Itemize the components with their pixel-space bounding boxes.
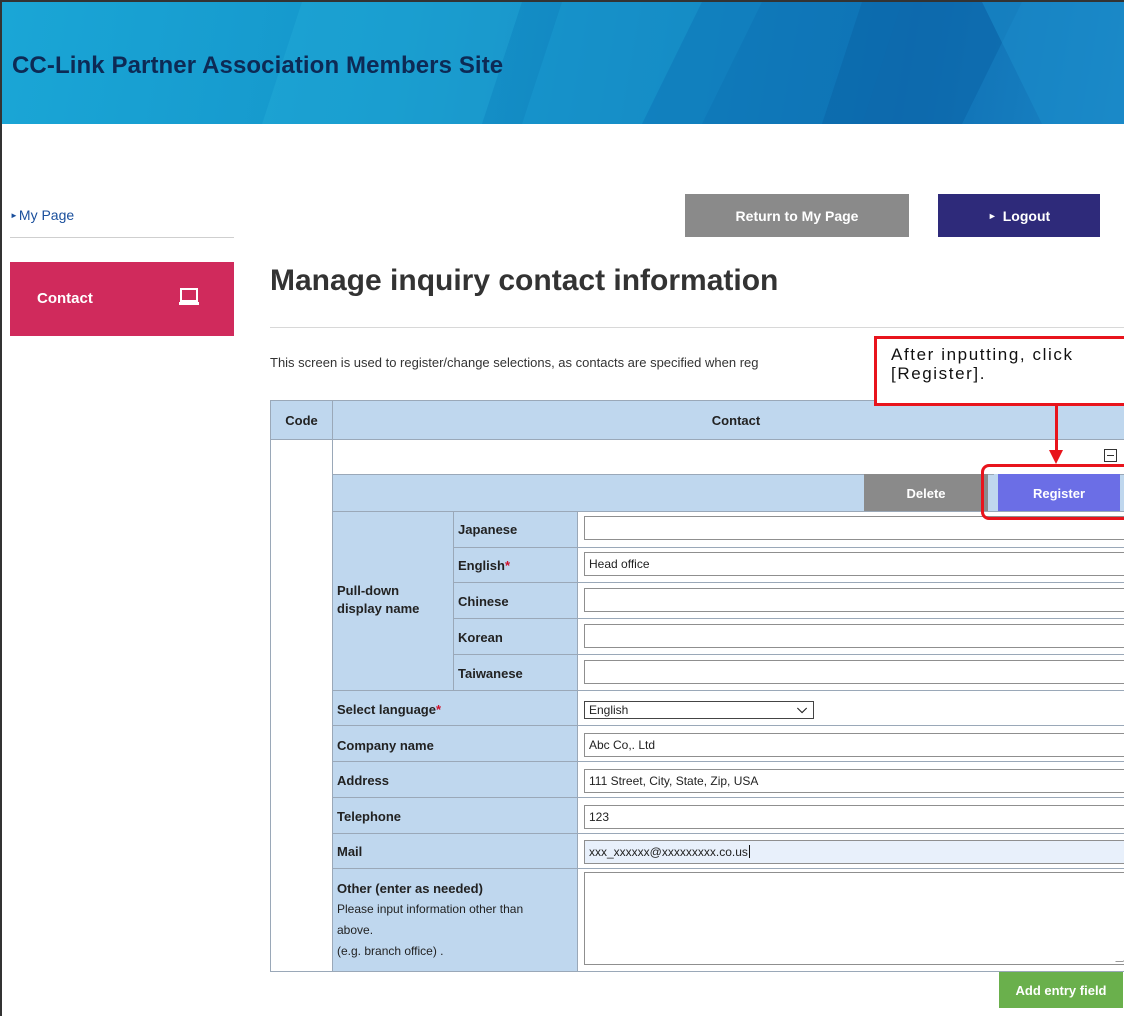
required-mark: * [504,558,511,573]
laptop-icon [178,286,200,312]
page-description: This screen is used to register/change s… [270,355,759,370]
site-header: CC-Link Partner Association Members Site [2,2,1124,124]
language-select[interactable]: English ⌵ [584,701,814,719]
mail-input[interactable]: xxx_xxxxxx@xxxxxxxxx.co.us [584,840,1124,864]
other-help-line2: above. [337,923,374,937]
other-label-block: Other (enter as needed) Please input inf… [337,878,523,962]
chevron-down-icon: ⌵ [797,701,807,716]
title-divider [270,327,1124,328]
korean-name-input[interactable] [584,624,1124,648]
japanese-label: Japanese [458,522,518,537]
mail-label: Mail [337,844,363,859]
select-language-label-cell: Select language* [332,690,578,726]
annotation-callout: After inputting, click [Register]. [874,336,1124,406]
select-language-label: Select language [337,702,436,717]
code-column-header: Code [270,400,333,440]
taiwanese-label-cell: Taiwanese [453,654,578,691]
address-label-cell: Address [332,761,578,798]
chinese-label-cell: Chinese [453,582,578,619]
mail-input-value: xxx_xxxxxx@xxxxxxxxx.co.us [589,845,748,859]
annotation-line1: After inputting, click [891,345,1074,364]
page-title: Manage inquiry contact information [270,264,779,297]
delete-button[interactable]: Delete [864,474,988,512]
text-cursor [748,845,750,858]
collapse-minus-icon[interactable] [1104,449,1117,462]
company-name-input[interactable]: Abc Co,. Ltd [584,733,1124,757]
other-help-line1: Please input information other than [337,902,524,916]
mail-label-cell: Mail [332,833,578,869]
annotation-arrow-line [1055,406,1058,456]
other-label: Other (enter as needed) [337,881,483,896]
taiwanese-label: Taiwanese [458,666,523,681]
code-cell [270,439,333,972]
select-language-label-wrap: Select language* [337,702,441,717]
logout-label: Logout [1002,207,1051,224]
telephone-input[interactable]: 123 [584,805,1124,829]
annotation-text: After inputting, click [Register]. [891,345,1074,383]
telephone-label: Telephone [337,809,402,824]
sidebar-item-contact-label: Contact [37,290,93,307]
pulldown-label-line1: Pull-down [337,583,400,598]
address-label: Address [337,773,390,788]
address-input[interactable]: 111 Street, City, State, Zip, USA [584,769,1124,793]
korean-label: Korean [458,630,503,645]
sidebar-divider [10,237,234,238]
triangle-right-icon: ► [10,211,18,220]
page-frame: CC-Link Partner Association Members Site… [0,0,1124,1016]
register-highlight-box [981,464,1124,520]
company-name-label: Company name [337,738,434,753]
resize-grip-icon[interactable] [1115,954,1124,962]
logout-button[interactable]: ► Logout [938,194,1100,237]
english-name-input[interactable]: Head office [584,552,1124,576]
add-entry-field-button[interactable]: Add entry field [999,972,1123,1008]
my-page-label: My Page [18,207,75,223]
chinese-name-input[interactable] [584,588,1124,612]
company-name-label-cell: Company name [332,725,578,762]
other-help-line3: (e.g. branch office) . [337,944,444,958]
japanese-label-cell: Japanese [453,511,578,548]
pulldown-display-name-label: Pull-down display name [332,511,454,691]
annotation-line2: [Register]. [891,364,987,383]
english-label: English [458,558,505,573]
taiwanese-name-input[interactable] [584,660,1124,684]
english-label-cell: English* [453,547,578,583]
english-label-wrap: English* [458,558,510,573]
pulldown-label-line2: display name [337,601,420,616]
return-to-my-page-button[interactable]: Return to My Page [685,194,909,237]
telephone-label-cell: Telephone [332,797,578,834]
contact-column-header: Contact [332,400,1124,440]
korean-label-cell: Korean [453,618,578,655]
language-select-value: English [589,703,629,717]
annotation-arrow-head-icon [1049,450,1063,464]
sidebar-item-contact[interactable]: Contact [10,262,234,336]
triangle-right-icon: ► [987,210,997,221]
pulldown-label-text: Pull-down display name [337,582,419,618]
chinese-label: Chinese [458,594,509,609]
other-info-textarea[interactable] [584,872,1124,965]
sidebar-link-my-page[interactable]: ►My Page [10,207,74,223]
required-mark: * [435,702,442,717]
site-title: CC-Link Partner Association Members Site [12,52,504,79]
